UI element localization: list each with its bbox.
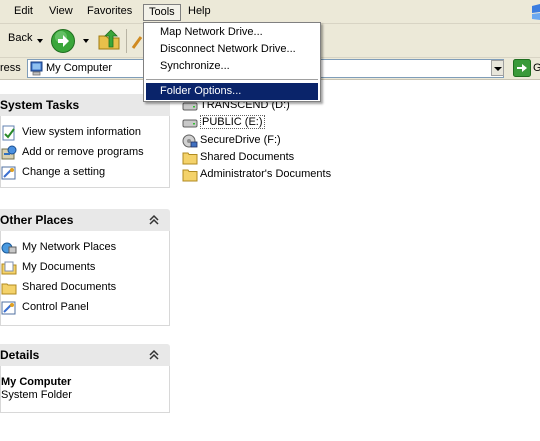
place-label: My Network Places <box>22 241 117 253</box>
folder-icon <box>182 151 198 165</box>
forward-dropdown-caret-icon[interactable] <box>83 39 89 43</box>
system-info-icon <box>1 125 17 141</box>
search-icon[interactable] <box>130 32 143 52</box>
collapse-chevron-icon[interactable] <box>146 212 162 228</box>
task-change-a-setting[interactable]: Change a setting <box>1 164 169 182</box>
up-folder-icon[interactable] <box>97 28 121 52</box>
menu-item-map-network-drive[interactable]: Map Network Drive... <box>146 24 318 41</box>
menu-item-label: Disconnect Network Drive... <box>160 43 296 55</box>
collapse-chevron-icon[interactable] <box>146 347 162 363</box>
forward-arrow-icon[interactable] <box>50 28 76 54</box>
task-label: View system information <box>22 126 142 138</box>
other-places-panel: My Network Places My Documents Shared Do… <box>0 231 170 326</box>
menu-item-label: Map Network Drive... <box>160 26 263 38</box>
file-label: Shared Documents <box>200 151 295 163</box>
menu-item-disconnect-network-drive[interactable]: Disconnect Network Drive... <box>146 41 318 58</box>
file-item-shared-documents[interactable]: Shared Documents <box>182 150 422 167</box>
drive-icon <box>182 116 198 130</box>
details-type: System Folder <box>1 389 72 401</box>
menu-item-synchronize[interactable]: Synchronize... <box>146 58 318 75</box>
tools-dropdown-menu: Map Network Drive... Disconnect Network … <box>143 22 321 102</box>
details-header[interactable]: Details <box>0 344 170 366</box>
go-arrow-icon[interactable] <box>513 59 531 77</box>
folder-icon <box>182 168 198 182</box>
menu-tools[interactable]: Tools <box>143 4 181 21</box>
address-value: My Computer <box>46 62 113 74</box>
system-tasks-panel: View system information Add or remove pr… <box>0 116 170 188</box>
details-name: My Computer <box>1 376 72 388</box>
menu-help[interactable]: Help <box>183 4 216 21</box>
file-item-securedrive[interactable]: SecureDrive (F:) <box>182 133 422 150</box>
place-label: Control Panel <box>22 301 89 313</box>
details-title: Details <box>0 348 40 362</box>
file-item-public-drive[interactable]: PUBLIC (E:) <box>182 115 422 132</box>
folder-icon <box>1 280 17 296</box>
place-shared-documents[interactable]: Shared Documents <box>1 279 169 297</box>
other-places-title: Other Places <box>0 213 74 227</box>
place-label: My Documents <box>22 261 96 273</box>
file-label: SecureDrive (F:) <box>200 134 281 146</box>
system-tasks-title: System Tasks <box>0 98 80 112</box>
place-control-panel[interactable]: Control Panel <box>1 299 169 317</box>
task-pane: System Tasks View system information Add… <box>0 81 176 441</box>
address-label: ress <box>0 62 21 74</box>
toolbar-separator <box>126 29 127 53</box>
task-view-system-information[interactable]: View system information <box>1 124 169 142</box>
secure-drive-icon <box>182 134 198 148</box>
place-my-documents[interactable]: My Documents <box>1 259 169 277</box>
file-list: TRANSCEND (D:) PUBLIC (E:) SecureDrive (… <box>176 81 540 441</box>
control-panel-icon <box>1 300 17 316</box>
menu-edit[interactable]: Edit <box>9 4 38 21</box>
back-dropdown-caret-icon[interactable] <box>37 39 43 43</box>
menu-favorites[interactable]: Favorites <box>82 4 137 21</box>
menu-item-label: Folder Options... <box>160 85 242 97</box>
address-dropdown-button[interactable] <box>491 60 504 76</box>
menu-view[interactable]: View <box>44 4 78 21</box>
place-my-network-places[interactable]: My Network Places <box>1 239 169 257</box>
menu-item-label: Synchronize... <box>160 60 230 72</box>
add-remove-programs-icon <box>1 145 17 161</box>
details-panel: My Computer System Folder <box>0 366 170 413</box>
other-places-header[interactable]: Other Places <box>0 209 170 231</box>
file-label: Administrator's Documents <box>200 168 332 180</box>
task-label: Add or remove programs <box>22 146 144 158</box>
place-label: Shared Documents <box>22 281 117 293</box>
network-places-icon <box>1 240 17 256</box>
menu-bar: Edit View Favorites Tools Help <box>0 0 540 24</box>
back-button[interactable]: Back <box>8 32 32 44</box>
file-item-administrators-documents[interactable]: Administrator's Documents <box>182 167 422 184</box>
menu-separator <box>146 79 318 80</box>
my-computer-icon <box>29 61 44 76</box>
task-label: Change a setting <box>22 166 106 178</box>
my-documents-icon <box>1 260 17 276</box>
control-panel-setting-icon <box>1 165 17 181</box>
task-add-or-remove-programs[interactable]: Add or remove programs <box>1 144 169 162</box>
windows-logo-icon <box>526 0 540 24</box>
menu-item-folder-options[interactable]: Folder Options... <box>146 83 318 100</box>
file-label: PUBLIC (E:) <box>200 115 265 129</box>
go-button-label[interactable]: G <box>533 62 540 74</box>
